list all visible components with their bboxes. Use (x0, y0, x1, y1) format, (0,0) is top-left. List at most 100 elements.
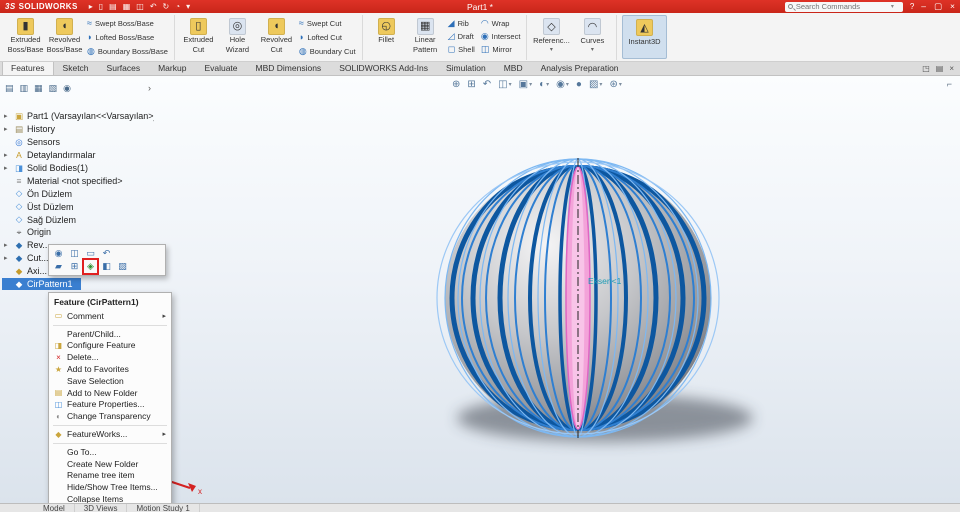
ribbon-button-small[interactable]: ◻ Shell (446, 43, 477, 56)
ribbon-button-small[interactable]: ◗ Lofted Boss/Base (85, 31, 170, 44)
command-tab[interactable]: Markup (149, 61, 195, 75)
fullscreen-icon[interactable]: ⌐ (947, 79, 952, 89)
expand-arrow-icon[interactable]: ▸ (4, 164, 11, 172)
view-toolbar-button[interactable]: ⊞ ▾ (467, 79, 475, 90)
quick-access-icon[interactable]: ▯ (99, 0, 103, 13)
tree-item[interactable]: ▸ ◨ Solid Bodies(1) (2, 162, 154, 175)
context-menu-item[interactable]: ▸ (53, 422, 167, 427)
command-tab[interactable]: Sketch (54, 61, 98, 75)
context-menu-item[interactable]: ◫ Feature Properties... ▸ (49, 399, 171, 411)
command-tab[interactable]: Evaluate (195, 61, 246, 75)
context-menu-item[interactable]: Hide/Show Tree Items... ▸ (49, 481, 171, 493)
context-menu-item[interactable]: ◆ FeatureWorks... ▸ (49, 428, 171, 440)
context-menu-item[interactable]: ★ Add to Favorites ▸ (49, 363, 171, 375)
view-toolbar-button[interactable]: ▣ ▾ (519, 79, 532, 90)
quick-access-icon[interactable]: ▸ (89, 0, 93, 13)
tree-item[interactable]: ◇ Üst Düzlem (2, 200, 154, 213)
tree-tab-icon[interactable]: ▧ (49, 83, 58, 94)
context-menu-item[interactable]: ▤ Add to New Folder ▸ (49, 387, 171, 399)
context-toolbar-icon[interactable]: ▰ (52, 260, 65, 273)
quick-access-icon[interactable]: ↶ (150, 0, 157, 13)
command-tab[interactable]: Analysis Preparation (532, 61, 628, 75)
tree-item[interactable]: ◆ CirPattern1 (2, 277, 81, 291)
tree-item[interactable]: ◇ Sağ Düzlem (2, 213, 154, 226)
view-toolbar-button[interactable]: ↶ ▾ (483, 79, 491, 90)
ribbon-button[interactable]: ◠ Curves ▾ (572, 15, 612, 60)
window-control-button[interactable]: ▢ (934, 1, 942, 12)
command-tab[interactable]: MBD (495, 61, 532, 75)
context-menu-item[interactable]: Save Selection ▸ (49, 375, 171, 387)
ribbon-button-small[interactable]: ◿ Draft (446, 30, 477, 43)
ribbon-button-small[interactable]: ◍ Boundary Boss/Base (85, 45, 170, 58)
ribbon-button-small[interactable]: ≈ Swept Boss/Base (85, 17, 170, 30)
context-toolbar-icon[interactable]: ↶ (100, 247, 113, 260)
ribbon-button[interactable]: ▯ Extruded Cut (179, 15, 218, 60)
tree-item[interactable]: ≡ Material <not specified> (2, 174, 154, 187)
pane-toggle-icon[interactable]: ◳ (922, 64, 930, 73)
help-button[interactable]: ? (910, 2, 914, 11)
ribbon-button-small[interactable]: ◫ Mirror (479, 43, 523, 56)
ribbon-button[interactable]: ◇ Referenc... ▾ (531, 15, 571, 60)
document-view-tab[interactable]: 3D Views (75, 504, 128, 512)
context-menu-item[interactable]: Create New Folder ▸ (49, 458, 171, 470)
ribbon-button[interactable]: ◵ Fillet (367, 15, 406, 60)
view-toolbar-button[interactable]: ◫ ▾ (498, 79, 511, 90)
search-commands-input[interactable] (795, 2, 888, 11)
view-toolbar-button[interactable]: ◐ ▾ (539, 79, 549, 90)
context-menu-item[interactable]: Parent/Child... ▸ (49, 328, 171, 340)
context-toolbar-icon[interactable]: ▨ (116, 260, 129, 273)
command-tab[interactable]: Surfaces (98, 61, 150, 75)
view-toolbar-button[interactable]: ⊕ ▾ (452, 79, 460, 90)
model-sphere[interactable]: Eksen<1 (360, 128, 830, 488)
context-menu-item[interactable]: ◨ Configure Feature ▸ (49, 340, 171, 352)
tree-item[interactable]: ▸ ▤ History (2, 123, 154, 136)
ribbon-button[interactable]: ▦ Linear Pattern (406, 15, 445, 60)
context-menu-item[interactable]: Go To... ▸ (49, 446, 171, 458)
command-tab[interactable]: SOLIDWORKS Add-Ins (330, 61, 437, 75)
tree-item[interactable]: ⌖ Origin (2, 226, 154, 239)
context-toolbar-icon[interactable]: ⊞ (68, 260, 81, 273)
context-toolbar-icon[interactable]: ◧ (100, 260, 113, 273)
view-toolbar-button[interactable]: ⊛ ▾ (609, 79, 621, 90)
tree-item[interactable]: ▸ ▣ Part1 (Varsayılan<<Varsayılan>_ (2, 110, 154, 123)
expand-arrow-icon[interactable]: ▸ (4, 151, 11, 159)
command-tab[interactable]: Features (2, 61, 54, 75)
ribbon-button-small[interactable]: ◉ Intersect (479, 30, 523, 43)
quick-access-icon[interactable]: ▤ (109, 0, 117, 13)
expand-arrow-icon[interactable]: ▸ (4, 254, 11, 262)
view-toolbar-button[interactable]: ▨ ▾ (589, 79, 602, 90)
expand-arrow-icon[interactable]: ▸ (4, 112, 11, 120)
expand-arrow-icon[interactable]: ▸ (4, 241, 11, 249)
quick-access-icon[interactable]: ▾ (186, 0, 190, 13)
tree-tab-icon[interactable]: ▤ (5, 83, 14, 94)
ribbon-button-small[interactable]: ◢ Rib (446, 17, 477, 30)
context-toolbar-icon[interactable]: ◉ (52, 247, 65, 260)
ribbon-button-small[interactable]: ◠ Wrap (479, 17, 523, 30)
context-menu-item[interactable]: ◐ Change Transparency ▸ (49, 410, 171, 422)
document-view-tab[interactable]: Model (34, 504, 75, 512)
context-menu-item[interactable]: ▭ Comment ▸ (49, 310, 171, 322)
instant3d-button[interactable]: ◭ Instant3D (622, 15, 667, 59)
pane-toggle-icon[interactable]: × (949, 64, 954, 73)
tree-chevron-icon[interactable]: › (148, 83, 151, 93)
pane-toggle-icon[interactable]: ▤ (936, 64, 944, 73)
context-toolbar-icon[interactable]: ◫ (68, 247, 81, 260)
tree-item[interactable]: ◇ Ön Düzlem (2, 187, 154, 200)
quick-access-icon[interactable]: ◫ (136, 0, 144, 13)
view-toolbar-button[interactable]: ◉ ▾ (556, 79, 569, 90)
expand-arrow-icon[interactable]: ▸ (4, 125, 11, 133)
context-menu-item[interactable]: ▸ (53, 322, 167, 326)
tree-item[interactable]: ◎ Sensors (2, 136, 154, 149)
ribbon-button[interactable]: ◖ Revolved Cut (257, 15, 296, 60)
ribbon-button-small[interactable]: ◗ Lofted Cut (297, 31, 358, 44)
ribbon-button-small[interactable]: ◍ Boundary Cut (297, 45, 358, 58)
window-control-button[interactable]: – (921, 1, 926, 12)
context-menu-item[interactable]: Rename tree item ▸ (49, 470, 171, 482)
window-control-button[interactable]: × (950, 1, 955, 12)
tree-item[interactable]: ▸ A Detaylandırmalar (2, 149, 154, 162)
command-tab[interactable]: Simulation (437, 61, 495, 75)
tree-tab-icon[interactable]: ◉ (63, 83, 71, 94)
context-menu-item[interactable]: × Delete... ▸ (49, 351, 171, 363)
context-toolbar-icon[interactable]: ▭ (84, 247, 97, 260)
tree-tab-icon[interactable]: ▥ (20, 83, 29, 94)
